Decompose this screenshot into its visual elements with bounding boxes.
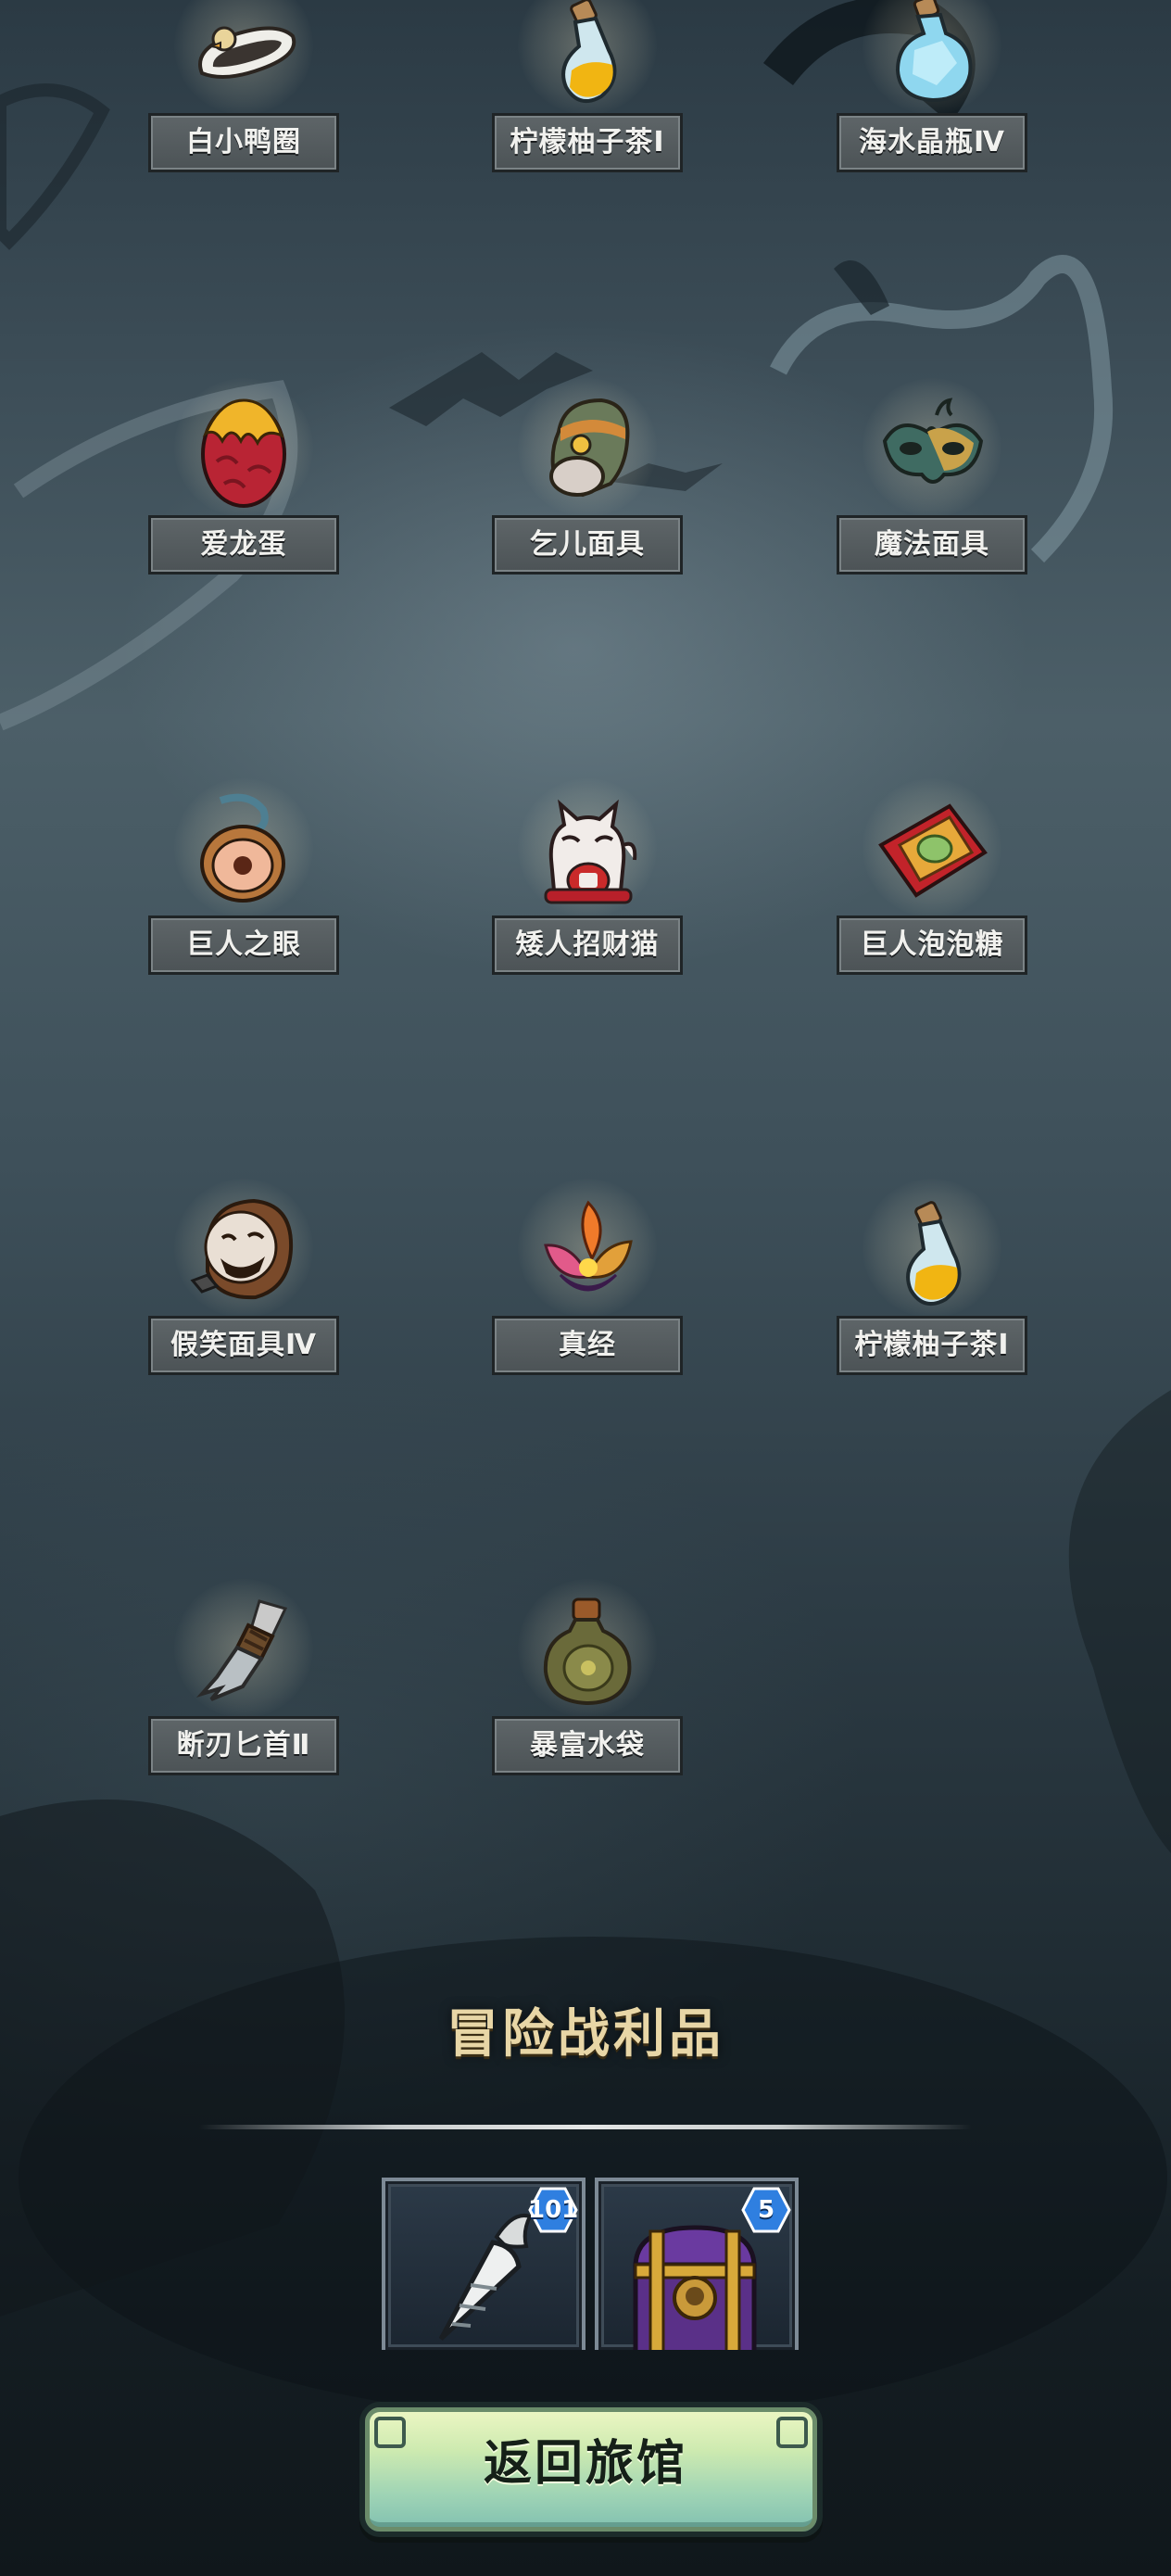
- reward-label: 真经: [492, 1316, 683, 1375]
- broken-dagger-icon: [195, 1599, 288, 1701]
- reward-label: 魔法面具: [837, 515, 1027, 575]
- lotus-scripture-icon: [544, 1200, 633, 1292]
- reward-item[interactable]: 白小鸭圈: [148, 0, 339, 198]
- water-pouch-icon: [543, 1597, 632, 1706]
- reward-item[interactable]: 巨人之眼: [148, 778, 339, 1001]
- reward-item[interactable]: 魔法面具: [837, 378, 1027, 600]
- reward-item[interactable]: 暴富水袋: [492, 1579, 683, 1801]
- reward-item[interactable]: 矮人招财猫: [492, 778, 683, 1001]
- reward-label: 海水晶瓶Ⅳ: [837, 113, 1027, 172]
- grin-mask-icon: [190, 1198, 294, 1300]
- lucky-cat-icon: [544, 799, 637, 904]
- reward-item[interactable]: 爱龙蛋: [148, 378, 339, 600]
- return-to-inn-button[interactable]: 返回旅馆: [359, 2402, 823, 2537]
- beggar-mask-icon: [549, 398, 630, 498]
- reward-label: 巨人之眼: [148, 915, 339, 975]
- reward-label: 乞儿面具: [492, 515, 683, 575]
- loot-slot-radish[interactable]: 101: [382, 2178, 586, 2350]
- lemon-tea-bottle-icon: [561, 0, 617, 104]
- sea-crystal-bottle-icon: [895, 0, 973, 103]
- magic-mask-icon: [882, 398, 984, 484]
- return-to-inn-label: 返回旅馆: [483, 2436, 687, 2492]
- reward-label: 巨人泡泡糖: [837, 915, 1027, 975]
- giant-eye-icon: [200, 793, 285, 903]
- reward-item[interactable]: 柠檬柚子茶Ⅰ: [492, 0, 683, 198]
- reward-label: 矮人招财猫: [492, 915, 683, 975]
- reward-item[interactable]: 真经: [492, 1179, 683, 1401]
- reward-item[interactable]: 柠檬柚子茶Ⅰ: [837, 1179, 1027, 1401]
- section-divider: [199, 2125, 972, 2129]
- reward-label: 假笑面具Ⅳ: [148, 1316, 339, 1375]
- lemon-tea-bottle-icon: [906, 1201, 962, 1307]
- reward-item[interactable]: 断刃匕首Ⅱ: [148, 1579, 339, 1801]
- reward-label: 暴富水袋: [492, 1716, 683, 1775]
- loot-count: 101: [528, 2196, 579, 2224]
- reward-label: 爱龙蛋: [148, 515, 339, 575]
- reward-label: 柠檬柚子茶Ⅰ: [837, 1316, 1027, 1375]
- duck-ring-icon: [198, 26, 296, 79]
- reward-item[interactable]: 假笑面具Ⅳ: [148, 1179, 339, 1401]
- reward-label: 柠檬柚子茶Ⅰ: [492, 113, 683, 172]
- dragon-egg-icon: [201, 398, 286, 508]
- loot-count: 5: [757, 2196, 775, 2224]
- loot-section-title: 冒险战利品: [447, 2004, 724, 2065]
- reward-item[interactable]: 海水晶瓶Ⅳ: [837, 0, 1027, 198]
- loot-slot-chest[interactable]: 5: [595, 2178, 799, 2350]
- reward-item[interactable]: 乞儿面具: [492, 378, 683, 600]
- reward-item[interactable]: 巨人泡泡糖: [837, 778, 1027, 1001]
- bubble-gum-icon: [878, 803, 988, 898]
- reward-label: 白小鸭圈: [148, 113, 339, 172]
- reward-label: 断刃匕首Ⅱ: [148, 1716, 339, 1775]
